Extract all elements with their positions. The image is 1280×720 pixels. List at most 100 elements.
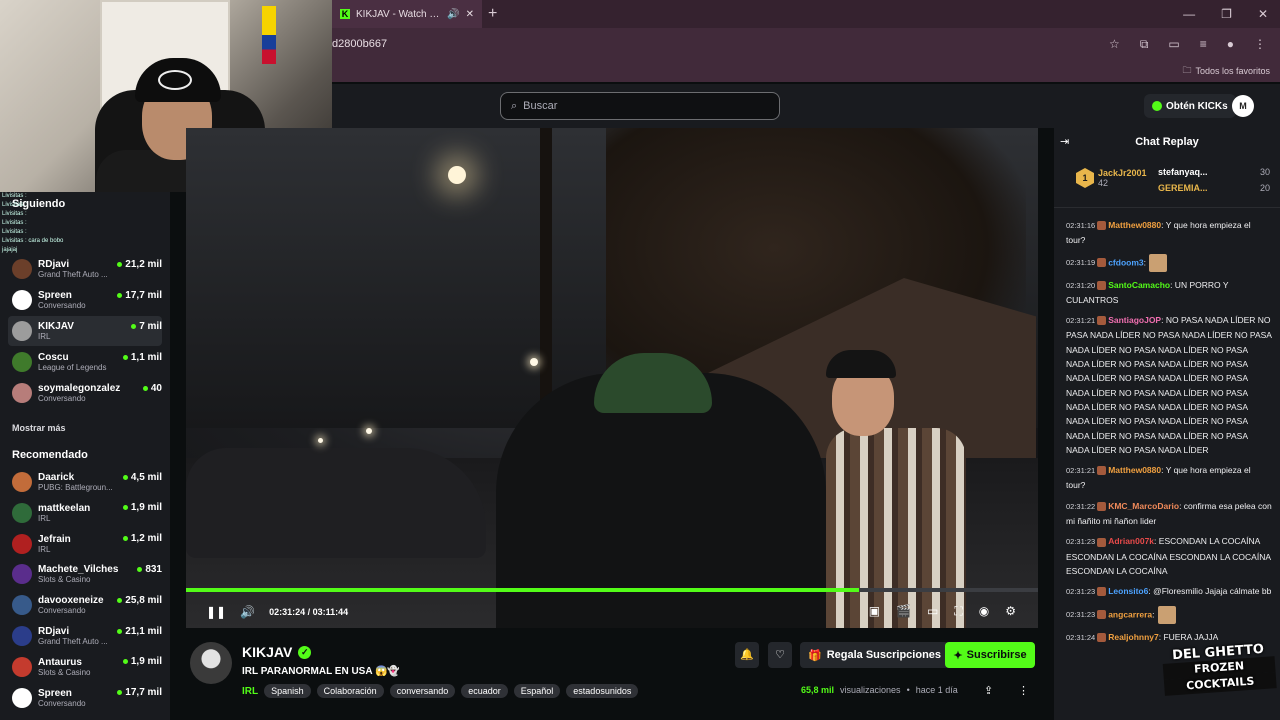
- channel-avatar: [12, 383, 32, 403]
- share-icon[interactable]: ⇪: [984, 684, 993, 697]
- extensions-icon[interactable]: ⧉: [1140, 37, 1149, 52]
- message-username[interactable]: SantiagoJOP: [1108, 315, 1161, 325]
- fullscreen-icon[interactable]: ⛶: [954, 604, 962, 619]
- stream-tag[interactable]: Spanish: [264, 684, 311, 698]
- viewer-count: 21,2 mil: [117, 259, 162, 270]
- chat-message: 02:31:23 Leonsito6: @Floresmilio Jajaja c…: [1066, 584, 1272, 599]
- sidebar-channel[interactable]: mattkeelan IRL 1,9 mil: [8, 498, 162, 528]
- channel-meta: RDjavi Grand Theft Auto ...: [38, 259, 111, 279]
- viewer-count: 1,1 mil: [123, 352, 162, 363]
- sidebar-channel[interactable]: KIKJAV IRL 7 mil: [8, 316, 162, 346]
- user-badge-icon: [1097, 537, 1107, 547]
- notification-bell-icon[interactable]: 🔔: [735, 642, 759, 668]
- video-player[interactable]: [186, 128, 1038, 628]
- channel-name: Spreen: [38, 290, 72, 301]
- message-text: : FUERA JAJJA: [1158, 631, 1219, 642]
- channel-meta: mattkeelan IRL: [38, 503, 117, 523]
- all-bookmarks-link[interactable]: Todos los favoritos: [1195, 66, 1270, 76]
- pause-icon[interactable]: ❚❚: [206, 605, 226, 619]
- video-progress-bar[interactable]: [186, 588, 1038, 592]
- tab-close-icon[interactable]: ✕: [466, 9, 474, 20]
- new-tab-icon[interactable]: +: [488, 5, 497, 23]
- browser-tab[interactable]: K KIKJAV - Watch the VOD on 🔊 ✕: [332, 0, 482, 28]
- subscribe-button[interactable]: ✦ Suscribirse: [945, 642, 1035, 668]
- stream-tag[interactable]: ecuador: [461, 684, 508, 698]
- message-text: :: [1152, 608, 1155, 619]
- stream-tag[interactable]: Español: [513, 684, 561, 698]
- webcam-chat-line: Livisitas :: [2, 202, 27, 208]
- maximize-icon[interactable]: ❐: [1221, 7, 1232, 21]
- follow-heart-icon[interactable]: ♡: [768, 642, 792, 668]
- user-avatar[interactable]: M: [1232, 95, 1254, 117]
- viewer-count: 1,9 mil: [123, 656, 162, 667]
- channel-name-row: KIKJAV ✓: [242, 644, 312, 660]
- message-timestamp: 02:31:19: [1066, 257, 1096, 267]
- message-timestamp: 02:31:24: [1066, 632, 1096, 642]
- channel-name: Spreen: [38, 687, 72, 699]
- message-username[interactable]: cfdoom3: [1108, 257, 1143, 267]
- pip-icon[interactable]: ▣: [869, 604, 880, 619]
- menu-dots-icon[interactable]: ⋮: [1254, 37, 1266, 52]
- message-username[interactable]: SantoCamacho: [1108, 280, 1170, 290]
- channel-category: Conversando: [38, 301, 86, 310]
- message-username[interactable]: Matthew0880: [1108, 220, 1161, 230]
- chat-leaderboard: 1 JackJr2001 42 stefanyaq... 30 GEREMIA.…: [1054, 156, 1280, 208]
- volume-icon[interactable]: 🔊: [240, 605, 255, 619]
- search-input[interactable]: ⌕ Buscar: [500, 92, 780, 120]
- sidebar-channel[interactable]: RDjavi Grand Theft Auto ... 21,1 mil: [8, 621, 162, 651]
- user-badge-icon: [1097, 587, 1107, 597]
- time-separator: /: [307, 607, 311, 617]
- message-username[interactable]: Realjohnny7: [1108, 632, 1159, 642]
- get-kicks-button[interactable]: Obtén KICKs: [1144, 94, 1236, 118]
- speed-icon[interactable]: ◉: [979, 604, 989, 619]
- window-close-icon[interactable]: ✕: [1258, 7, 1268, 21]
- channel-name[interactable]: KIKJAV: [242, 644, 292, 660]
- profile-icon[interactable]: ●: [1227, 37, 1234, 52]
- bookmark-star-icon[interactable]: ☆: [1109, 37, 1120, 52]
- message-username[interactable]: angcarrera: [1108, 609, 1152, 619]
- show-more-link[interactable]: Mostrar más: [12, 423, 66, 433]
- sidebar-channel[interactable]: Coscu League of Legends 1,1 mil: [8, 347, 162, 377]
- sidebar-channel[interactable]: Daarick PUBG: Battlegroun... 4,5 mil: [8, 467, 162, 497]
- settings-gear-icon[interactable]: ⚙: [1005, 604, 1016, 619]
- sidebar-channel[interactable]: Machete_Vilches Slots & Casino 831: [8, 559, 162, 589]
- sidebar-channel[interactable]: Antaurus Slots & Casino 1,9 mil: [8, 652, 162, 682]
- message-username[interactable]: Adrian007k: [1108, 536, 1154, 546]
- more-options-icon[interactable]: ⋮: [1018, 684, 1029, 697]
- message-username[interactable]: Leonsito6: [1108, 586, 1148, 596]
- channel-avatar[interactable]: [190, 642, 232, 684]
- url-field[interactable]: d2800b667: [332, 38, 387, 50]
- browser-tab-bar: K KIKJAV - Watch the VOD on 🔊 ✕ + — ❐ ✕: [332, 0, 1280, 28]
- sidebar-channel[interactable]: soymalegonzalez Conversando 40: [8, 378, 162, 408]
- channel-name: Jefrain: [38, 533, 71, 545]
- sidebar-channel[interactable]: Jefrain IRL 1,2 mil: [8, 529, 162, 559]
- channel-meta: Antaurus Slots & Casino: [38, 657, 117, 677]
- duration: 03:11:44: [312, 607, 349, 617]
- leaderboard-first-value: 42: [1098, 178, 1109, 188]
- stream-tag[interactable]: conversando: [389, 684, 456, 698]
- gift-subs-button[interactable]: 🎁 Regala Suscripciones: [800, 642, 950, 668]
- message-username[interactable]: Matthew0880: [1108, 465, 1161, 475]
- subscribe-label: Suscribirse: [966, 649, 1027, 661]
- sidebar-channel[interactable]: davooxeneize Conversando 25,8 mil: [8, 590, 162, 620]
- sidebar: Siguiendo RDjavi Grand Theft Auto ... 21,2…: [0, 192, 170, 720]
- sidebar-channel[interactable]: Spreen Conversando 17,7 mil: [8, 683, 162, 713]
- stream-tag[interactable]: estadosunidos: [566, 684, 639, 698]
- gift-subs-label: Regala Suscripciones: [826, 649, 942, 661]
- sidebar-channel[interactable]: RDjavi Grand Theft Auto ... 21,2 mil: [8, 254, 162, 284]
- category-link[interactable]: IRL: [242, 686, 258, 697]
- channel-category: Grand Theft Auto ...: [38, 270, 108, 279]
- webcam-chat-line: Livisitas :: [2, 211, 27, 217]
- chat-messages: 02:31:16 Matthew0880: Y que hora empieza …: [1066, 218, 1272, 651]
- channel-category: PUBG: Battlegroun...: [38, 483, 113, 492]
- stream-tag[interactable]: Colaboración: [316, 684, 384, 698]
- sidebar-channel[interactable]: Spreen Conversando 17,7 mil: [8, 285, 162, 315]
- theater-mode-icon[interactable]: ▭: [927, 604, 938, 619]
- media-icon[interactable]: ≡: [1200, 37, 1207, 52]
- message-username[interactable]: KMC_MarcoDario: [1108, 501, 1179, 511]
- clip-icon[interactable]: 🎬: [896, 604, 911, 619]
- viewer-count: 1,2 mil: [123, 533, 162, 544]
- cast-icon[interactable]: ▭: [1168, 37, 1179, 52]
- minimize-icon[interactable]: —: [1183, 7, 1195, 21]
- message-text: :: [1143, 256, 1146, 267]
